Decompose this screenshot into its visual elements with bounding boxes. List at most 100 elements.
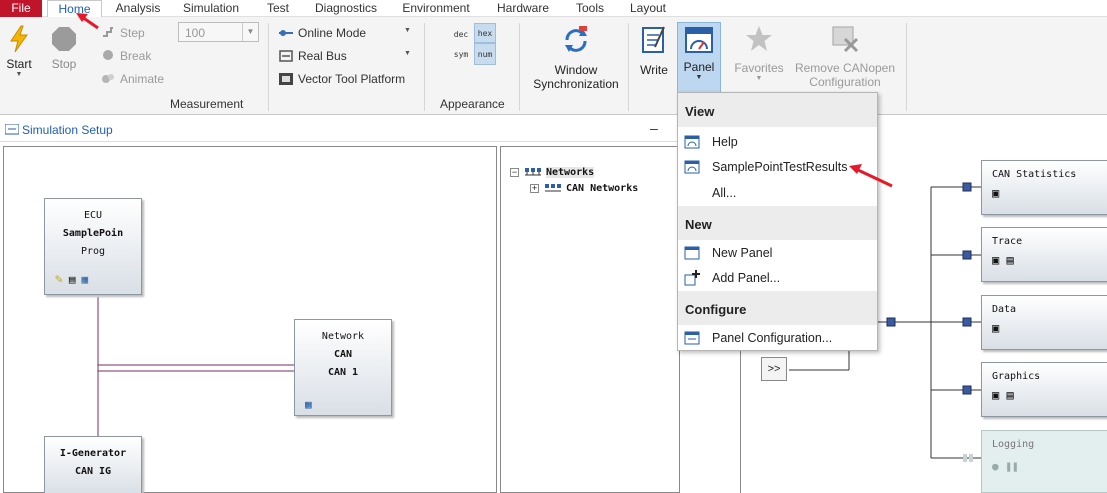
data-block[interactable]: Data ▣ [981,295,1107,350]
real-bus-dropdown-icon[interactable]: ▼ [404,50,411,57]
can-network-node[interactable]: Network CAN CAN 1 ▦ [294,319,392,416]
trace-icons: ▣ ▤ [992,253,1014,267]
can-statistics-block[interactable]: CAN Statistics ▣ [981,160,1107,215]
tab-hardware[interactable]: Hardware [492,0,554,17]
menu-item-samplepointtestresults[interactable]: SamplePointTestResults [678,155,877,179]
step-button[interactable]: Step [120,26,145,40]
animate-button[interactable]: Animate [120,72,164,86]
tab-test[interactable]: Test [260,0,296,17]
sym-format-button[interactable]: sym [449,45,473,65]
vector-tool-platform-icon [279,73,293,85]
lightning-icon [10,25,28,53]
ribbon-separator [519,23,520,111]
stop-button[interactable]: Stop [47,25,81,89]
start-button[interactable]: Start ▼ [3,25,35,89]
tree-collapse-toggle[interactable]: − [510,168,519,177]
ecu-node-name: SamplePoin [62,228,124,239]
trace-block[interactable]: Trace ▣ ▤ [981,227,1107,282]
logging-block[interactable]: Logging ● ❚❚ [981,430,1107,493]
vector-tool-platform-button[interactable]: Vector Tool Platform [298,72,405,86]
can-networks-icon [545,184,561,192]
menu-item-panel-configuration[interactable]: Panel Configuration... [678,326,877,350]
tree-expand-toggle[interactable]: + [530,184,539,193]
tab-home[interactable]: Home [47,0,102,18]
tab-file[interactable]: File [0,0,42,17]
view-section-header: View [678,93,877,127]
i-generator-node[interactable]: I-Generator CAN IG [44,436,142,493]
menu-item-samplepointtestresults-label: SamplePointTestResults [712,160,848,174]
num-format-button[interactable]: num [474,43,496,65]
panel-dropdown-arrow[interactable]: ▼ [678,74,720,81]
remove-config-icon [832,26,859,53]
pencil-icon[interactable]: ✎ [55,273,63,287]
new-section-header: New [678,206,877,240]
favorites-button[interactable]: Favorites ▼ [731,25,787,95]
panel-dropdown-menu: View Help SamplePointTestResults All... … [677,92,878,351]
tab-tools[interactable]: Tools [570,0,610,17]
menu-item-help-label: Help [712,135,738,149]
menu-bar: File Home Analysis Simulation Test Diagn… [0,0,1107,18]
write-label: Write [640,63,668,77]
online-mode-dropdown-icon[interactable]: ▼ [404,27,411,34]
graphics-block[interactable]: Graphics ▣ ▤ [981,362,1107,417]
break-button[interactable]: Break [120,49,151,63]
i-generator-type: I-Generator [59,448,127,459]
tree-item-can-networks[interactable]: CAN Networks [566,183,638,194]
remove-canopen-configuration-button[interactable]: Remove CANopen Configuration [792,25,898,95]
real-bus-button[interactable]: Real Bus [298,49,347,63]
animation-speed-combo[interactable]: 100 ▼ [178,22,259,42]
logging-icons: ● ❚❚ [992,460,1019,473]
tab-analysis[interactable]: Analysis [112,0,164,17]
favorites-dropdown-arrow[interactable]: ▼ [731,75,787,82]
tab-diagnostics[interactable]: Diagnostics [310,0,382,17]
window-sync-label-2: Synchronization [533,77,619,91]
tab-environment[interactable]: Environment [396,0,476,17]
write-icon [642,26,665,53]
configure-section-header: Configure [678,291,877,325]
network-node-icon[interactable]: ▦ [81,273,88,287]
panel-button[interactable]: Panel ▼ [677,22,721,94]
ribbon-separator [906,23,907,111]
minimize-button[interactable]: – [650,120,658,136]
ecu-node-type: ECU [83,210,103,221]
step-icon [101,25,115,39]
menu-item-new-panel[interactable]: New Panel [678,241,877,265]
ecu-node[interactable]: ECU SamplePoin Prog ✎ ▤ ▦ [44,198,142,295]
simulation-canvas[interactable]: ECU SamplePoin Prog ✎ ▤ ▦ Network CAN CA… [3,146,497,493]
online-mode-button[interactable]: Online Mode [298,26,366,40]
ribbon-separator [268,23,269,111]
panel-icon [684,135,700,149]
menu-item-help[interactable]: Help [678,130,877,154]
window-sync-icon [565,26,587,52]
networks-icon [525,168,541,176]
tab-simulation[interactable]: Simulation [178,0,244,17]
start-dropdown-arrow[interactable]: ▼ [3,71,35,78]
tree-item-networks[interactable]: Networks [546,167,595,178]
chevron-down-icon[interactable]: ▼ [242,23,258,41]
can-statistics-label: CAN Statistics [992,169,1077,180]
menu-item-all[interactable]: All... [678,181,877,205]
remove-canopen-label-2: Configuration [809,75,881,89]
hex-format-button[interactable]: hex [474,23,496,43]
tab-layout[interactable]: Layout [624,0,672,17]
menu-item-panel-configuration-label: Panel Configuration... [712,331,833,345]
stack-icon[interactable]: ▤ [69,273,76,287]
menu-item-add-panel[interactable]: Add Panel... [678,266,877,290]
network-node-bus: CAN [333,349,353,360]
graphics-icons: ▣ ▤ [992,388,1014,402]
write-button[interactable]: Write [634,25,674,89]
expand-button[interactable]: >> [761,357,787,381]
window-synchronization-button[interactable]: Window Synchronization [528,25,624,95]
ribbon-separator [628,23,629,111]
trace-label: Trace [992,236,1023,247]
ribbon-separator [424,23,425,111]
panel-configuration-icon [684,331,700,345]
break-icon [101,48,115,62]
add-panel-icon [684,270,700,286]
dec-format-button[interactable]: dec [449,25,473,45]
star-icon [746,26,772,51]
animation-speed-value: 100 [185,26,206,40]
real-bus-icon [279,50,293,62]
network-tree-pane: − Networks + CAN Networks [500,146,680,493]
network-config-icon[interactable]: ▦ [305,396,312,414]
